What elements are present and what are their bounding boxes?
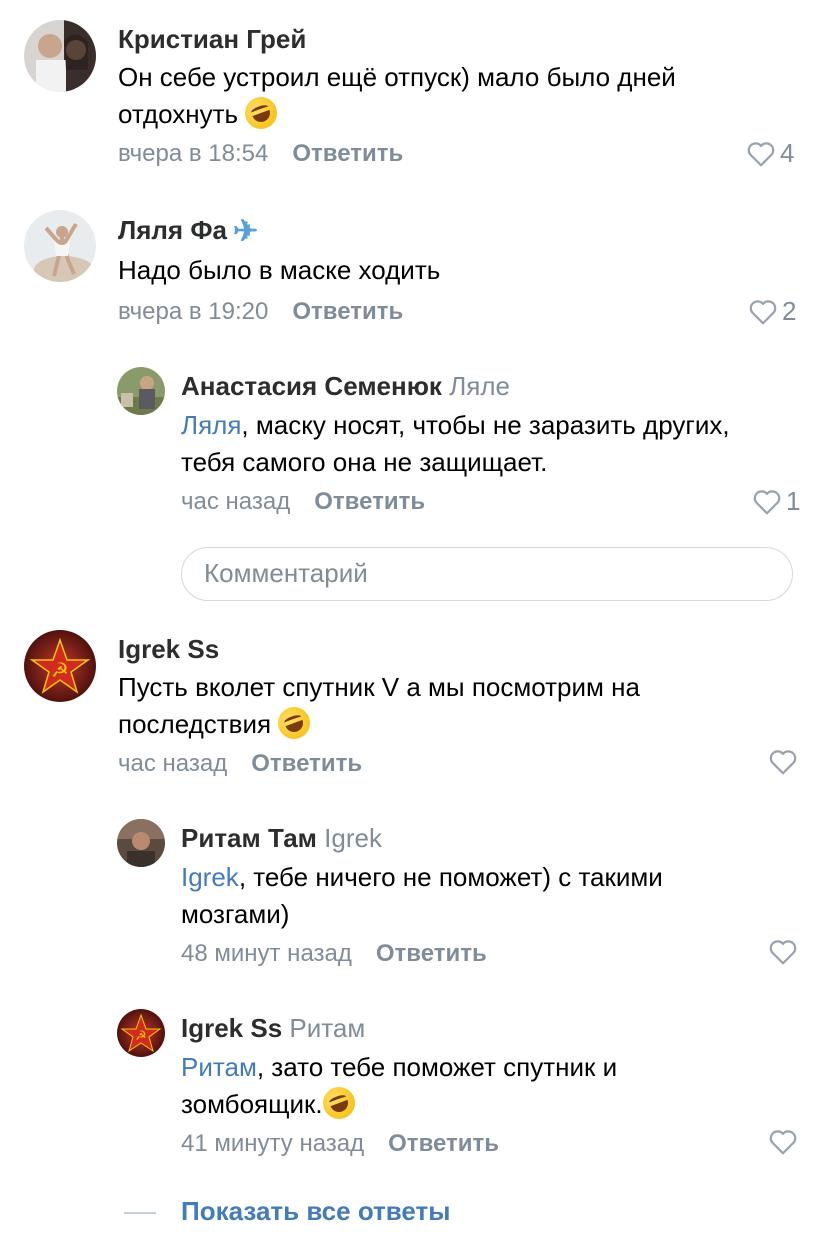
rofl-emoji-icon bbox=[273, 702, 315, 744]
svg-text:☭: ☭ bbox=[135, 1029, 147, 1044]
reply-author[interactable]: Анастасия Семенюк Ляле bbox=[181, 371, 510, 402]
comment-meta: вчера в 19:20 Ответить bbox=[118, 298, 403, 326]
reply-author[interactable]: Igrek Ss Ритам bbox=[181, 1013, 365, 1044]
comment-text: Он себе устроил ещё отпуск) мало было дн… bbox=[118, 59, 808, 134]
heart-icon bbox=[769, 1130, 797, 1155]
avatar[interactable] bbox=[117, 819, 165, 867]
comment-text-line: последствия bbox=[118, 709, 272, 739]
comment-input-placeholder: Комментарий bbox=[204, 558, 368, 588]
reply-text-line: , тебе ничего не поможет) с такими bbox=[238, 862, 663, 892]
comment-text-line: отдохнуть bbox=[118, 99, 239, 129]
comment-author[interactable]: Igrek Ss bbox=[118, 634, 219, 665]
rofl-emoji-icon bbox=[318, 1082, 360, 1124]
like-count: 4 bbox=[780, 138, 795, 168]
heart-icon bbox=[769, 940, 797, 965]
reply-text-line: тебя самого она не защищает. bbox=[181, 447, 548, 477]
comment-author[interactable]: Кристиан Грей bbox=[118, 24, 306, 55]
reply-time: час назад bbox=[181, 488, 291, 515]
author-name[interactable]: Кристиан Грей bbox=[118, 24, 306, 54]
divider bbox=[124, 1212, 156, 1214]
avatar[interactable] bbox=[24, 20, 96, 92]
reply-text: Ляля, маску носят, чтобы не заразить дру… bbox=[181, 407, 811, 481]
reply-meta: час назад Ответить bbox=[181, 488, 425, 516]
reply-time: 41 минуту назад bbox=[181, 1130, 365, 1157]
reply-to-label[interactable]: Igrek bbox=[324, 823, 382, 853]
comment-text: Надо было в маске ходить bbox=[118, 252, 808, 289]
reply-button[interactable]: Ответить bbox=[376, 940, 487, 967]
reply-button[interactable]: Ответить bbox=[292, 298, 403, 325]
like-count: 1 bbox=[786, 486, 801, 516]
rofl-emoji-icon bbox=[240, 92, 282, 134]
like-button[interactable]: 1 bbox=[752, 486, 800, 517]
like-button[interactable]: 2 bbox=[748, 296, 796, 327]
heart-icon bbox=[747, 141, 775, 166]
comment-time: вчера в 18:54 bbox=[118, 140, 269, 167]
mention-link[interactable]: Ляля bbox=[181, 410, 241, 440]
reply-time: 48 минут назад bbox=[181, 940, 352, 967]
reply-author[interactable]: Ритам Там Igrek bbox=[181, 823, 382, 854]
comment-meta: час назад Ответить bbox=[118, 750, 362, 778]
heart-icon bbox=[749, 299, 777, 324]
reply-text-line: , маску носят, чтобы не заразить других, bbox=[241, 410, 730, 440]
mention-link[interactable]: Ритам bbox=[181, 1052, 257, 1082]
comment-text-line: Он себе устроил ещё отпуск) мало было дн… bbox=[118, 62, 676, 92]
comment-author[interactable]: Ляля Фа ✈ bbox=[118, 214, 258, 249]
reply-button[interactable]: Ответить bbox=[314, 488, 425, 515]
airplane-icon: ✈ bbox=[232, 215, 259, 248]
show-all-replies-link[interactable]: Показать все ответы bbox=[181, 1196, 450, 1227]
svg-text:☭: ☭ bbox=[51, 658, 69, 682]
heart-icon bbox=[753, 489, 781, 514]
comment-text-line: Пусть вколет спутник V а мы посмотрим на bbox=[118, 672, 640, 702]
reply-text: Ритам, зато тебе поможет спутник и зомбо… bbox=[181, 1049, 811, 1124]
avatar[interactable]: ☭ bbox=[117, 1009, 165, 1057]
avatar[interactable] bbox=[117, 367, 165, 415]
reply-text: Igrek, тебе ничего не поможет) с такими … bbox=[181, 859, 811, 933]
comment-time: час назад bbox=[118, 750, 228, 777]
author-name[interactable]: Анастасия Семенюк bbox=[181, 371, 442, 401]
reply-to-label[interactable]: Ляле bbox=[449, 371, 510, 401]
author-name[interactable]: Igrek Ss bbox=[118, 634, 219, 664]
like-button[interactable]: 4 bbox=[746, 138, 794, 169]
avatar[interactable] bbox=[24, 210, 96, 282]
comment-meta: вчера в 18:54 Ответить bbox=[118, 140, 403, 168]
reply-text-line: мозгами) bbox=[181, 899, 290, 929]
like-count: 2 bbox=[782, 296, 797, 326]
like-button[interactable] bbox=[768, 938, 802, 966]
heart-icon bbox=[769, 750, 797, 775]
author-name[interactable]: Igrek Ss bbox=[181, 1013, 282, 1043]
reply-text-line: зомбоящик. bbox=[181, 1089, 323, 1119]
comment-input[interactable]: Комментарий bbox=[181, 547, 793, 601]
reply-to-label[interactable]: Ритам bbox=[289, 1013, 365, 1043]
like-button[interactable] bbox=[768, 748, 802, 776]
reply-button[interactable]: Ответить bbox=[388, 1130, 499, 1157]
author-name[interactable]: Ляля Фа bbox=[118, 215, 227, 245]
reply-button[interactable]: Ответить bbox=[251, 750, 362, 777]
mention-link[interactable]: Igrek bbox=[181, 862, 239, 892]
comment-text: Пусть вколет спутник V а мы посмотрим на… bbox=[118, 669, 808, 744]
reply-button[interactable]: Ответить bbox=[292, 140, 403, 167]
reply-text-line: , зато тебе поможет спутник и bbox=[256, 1052, 618, 1082]
reply-meta: 41 минуту назад Ответить bbox=[181, 1130, 499, 1158]
comment-text-line: Надо было в маске ходить bbox=[118, 255, 441, 285]
avatar[interactable]: ☭ bbox=[24, 630, 96, 702]
reply-meta: 48 минут назад Ответить bbox=[181, 940, 487, 968]
like-button[interactable] bbox=[768, 1128, 802, 1156]
author-name[interactable]: Ритам Там bbox=[181, 823, 317, 853]
comment-time: вчера в 19:20 bbox=[118, 298, 269, 325]
